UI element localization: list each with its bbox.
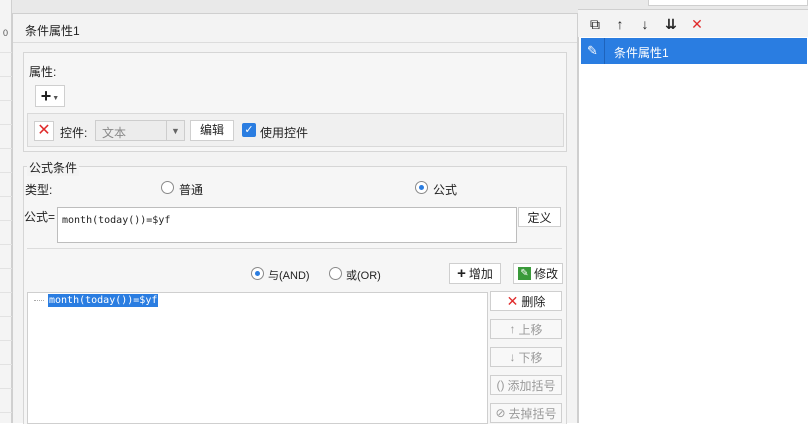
logic-and-label: 与(AND): [268, 270, 310, 282]
use-control-checkbox[interactable]: ✓: [242, 123, 256, 137]
chevron-down-icon[interactable]: ▼: [166, 121, 184, 140]
condition-item[interactable]: month(today())=$yf: [48, 294, 159, 307]
arrow-up-icon: ↑: [509, 322, 516, 336]
tree-connector: [34, 300, 44, 301]
formula-condition-label: 公式条件: [27, 159, 80, 176]
control-label: 控件:: [60, 126, 88, 140]
formula-input[interactable]: month(today())=$yf: [57, 207, 517, 243]
formula-label: 公式=: [24, 210, 56, 224]
type-normal-label: 普通: [179, 183, 204, 197]
arrow-up-icon[interactable]: ↑: [611, 15, 629, 33]
close-icon: ✕: [37, 122, 51, 139]
logic-and-radio[interactable]: [251, 267, 264, 280]
plus-icon: +: [457, 265, 466, 282]
control-select-value: 文本: [102, 126, 127, 140]
type-normal-radio[interactable]: [161, 181, 174, 194]
right-panel-header: [578, 0, 808, 10]
title-divider: [13, 42, 577, 43]
background-sheet-edge: [0, 0, 12, 423]
condition-tree[interactable]: month(today())=$yf: [27, 292, 488, 424]
move-down-label: 下移: [518, 350, 543, 365]
condition-list: ✎ 条件属性1: [578, 37, 808, 423]
close-icon: ✕: [506, 292, 519, 309]
add-condition-button[interactable]: + 增加: [449, 263, 501, 284]
delete-property-button[interactable]: ✕: [34, 121, 54, 141]
condition-list-item[interactable]: ✎ 条件属性1: [581, 38, 807, 64]
edit-button[interactable]: 编辑: [190, 120, 234, 141]
dialog-title: 条件属性1: [25, 24, 80, 38]
chevron-down-icon: ▼: [52, 94, 60, 102]
remove-parens-label: 去掉括号: [508, 406, 557, 421]
formula-divider: [27, 248, 562, 249]
move-bottom-icon[interactable]: ⇊: [662, 15, 680, 33]
condition-list-item-label: 条件属性1: [614, 46, 669, 60]
logic-or-radio[interactable]: [329, 267, 342, 280]
remove-parentheses-button[interactable]: ⊘ 去掉括号: [490, 403, 562, 423]
modify-label: 修改: [533, 267, 558, 281]
remove-parentheses-icon: ⊘: [495, 406, 506, 420]
property-row: ✕ 控件: 文本 ▼ 编辑 ✓ 使用控件: [27, 113, 564, 147]
plus-icon: +: [40, 86, 52, 106]
close-icon[interactable]: ✕: [688, 15, 706, 33]
type-formula-label: 公式: [433, 183, 458, 197]
define-button[interactable]: 定义: [518, 207, 561, 227]
control-select[interactable]: 文本 ▼: [95, 120, 185, 141]
arrow-down-icon: ↓: [509, 350, 516, 364]
delete-label: 删除: [521, 294, 546, 309]
move-down-button[interactable]: ↓ 下移: [490, 347, 562, 367]
add-property-button[interactable]: + ▼: [35, 85, 65, 107]
right-panel-tab[interactable]: [648, 0, 808, 6]
delete-condition-button[interactable]: ✕ 删除: [490, 291, 562, 311]
type-label: 类型:: [25, 183, 53, 197]
right-panel-toolbar: ⧉ ↑ ↓ ⇊ ✕: [578, 10, 808, 37]
condition-properties-dialog: 条件属性1 属性: + ▼ ✕ 控件: 文本 ▼ 编辑 ✓ 使用控件 公式条件 类…: [12, 13, 578, 424]
define-label: 定义: [527, 210, 552, 225]
properties-label: 属性:: [29, 65, 57, 79]
parentheses-icon: (): [496, 378, 505, 392]
modify-icon: ✎: [517, 267, 531, 280]
add-label: 增加: [468, 267, 493, 281]
modify-condition-button[interactable]: ✎ 修改: [513, 263, 563, 284]
logic-or-label: 或(OR): [346, 270, 381, 282]
pencil-icon: ✎: [581, 38, 605, 64]
arrow-down-icon[interactable]: ↓: [636, 15, 654, 33]
row-marker: 0: [2, 28, 8, 38]
move-up-button[interactable]: ↑ 上移: [490, 319, 562, 339]
copy-icon[interactable]: ⧉: [586, 15, 604, 33]
add-parentheses-button[interactable]: () 添加括号: [490, 375, 562, 395]
use-control-label: 使用控件: [260, 126, 309, 140]
add-parens-label: 添加括号: [507, 378, 556, 393]
type-formula-radio[interactable]: [415, 181, 428, 194]
move-up-label: 上移: [518, 322, 543, 337]
